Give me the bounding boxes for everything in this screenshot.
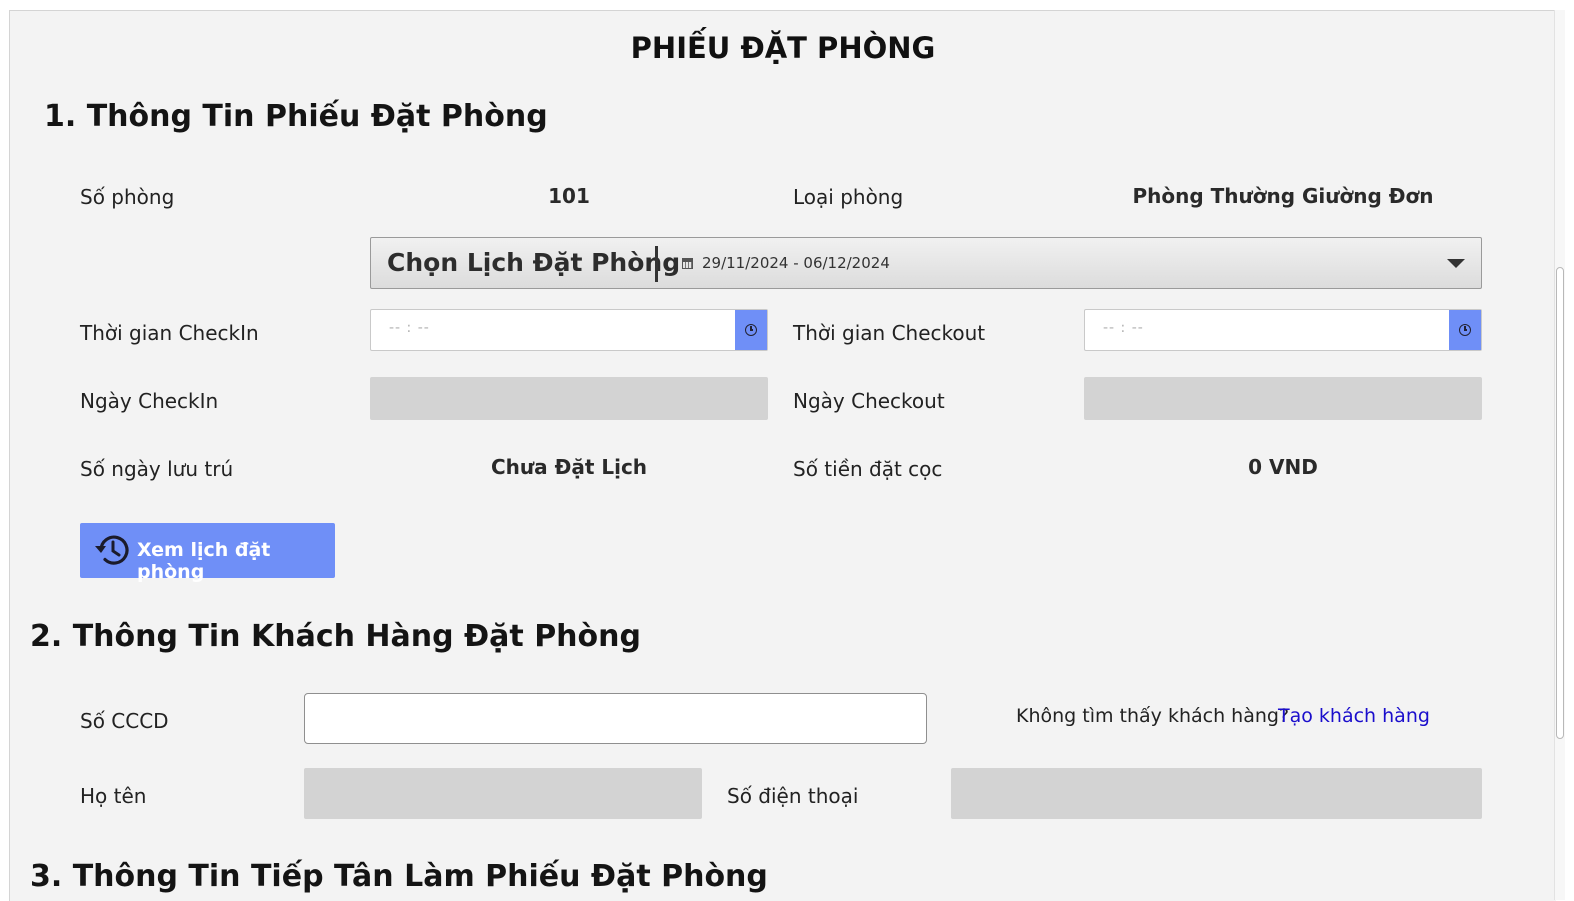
booking-date-picker[interactable]: Chọn Lịch Đặt Phòng 29/11/2024 - 06/12/2… xyxy=(370,237,1482,289)
checkin-clock-button[interactable] xyxy=(735,310,767,350)
id-number-label: Số CCCD xyxy=(80,709,169,733)
clock-icon xyxy=(745,324,757,336)
page-title: PHIẾU ĐẶT PHÒNG xyxy=(630,31,936,65)
stay-days-label: Số ngày lưu trú xyxy=(80,457,234,481)
choose-date-button-label: Chọn Lịch Đặt Phòng xyxy=(387,248,681,277)
vertical-scrollbar[interactable] xyxy=(1554,10,1565,900)
window-edge xyxy=(1565,10,1574,900)
divider xyxy=(655,246,658,282)
id-number-input[interactable] xyxy=(304,693,927,744)
deposit-label: Số tiền đặt cọc xyxy=(793,457,943,481)
calendar-icon xyxy=(682,258,693,269)
phone-field xyxy=(951,768,1482,819)
view-booking-history-label: Xem lịch đặt phòng xyxy=(137,539,271,583)
full-name-field xyxy=(304,768,702,819)
deposit-value: 0 VND xyxy=(1248,455,1318,479)
booking-form-panel: PHIẾU ĐẶT PHÒNG 1. Thông Tin Phiếu Đặt P… xyxy=(9,10,1556,901)
section-3-title: 3. Thông Tin Tiếp Tân Làm Phiếu Đặt Phòn… xyxy=(30,859,768,894)
checkin-date-label: Ngày CheckIn xyxy=(80,389,219,413)
room-type-label: Loại phòng xyxy=(793,185,904,209)
checkin-time-label: Thời gian CheckIn xyxy=(80,321,259,345)
room-number-value: 101 xyxy=(548,184,590,208)
phone-label: Số điện thoại xyxy=(727,784,859,808)
checkout-time-label: Thời gian Checkout xyxy=(793,321,986,345)
checkin-time-field[interactable]: -- : -- xyxy=(370,309,768,351)
checkout-date-label: Ngày Checkout xyxy=(793,389,945,413)
create-customer-link[interactable]: Tạo khách hàng xyxy=(1278,705,1430,727)
full-name-label: Họ tên xyxy=(80,784,147,808)
room-type-value: Phòng Thường Giường Đơn xyxy=(1132,184,1434,208)
clock-icon xyxy=(1459,324,1471,336)
checkin-time-placeholder: -- : -- xyxy=(389,320,430,336)
history-icon xyxy=(92,530,132,574)
room-number-label: Số phòng xyxy=(80,185,175,209)
checkout-date-field xyxy=(1084,377,1482,420)
checkout-clock-button[interactable] xyxy=(1449,310,1481,350)
chevron-down-icon[interactable] xyxy=(1447,259,1465,268)
stay-days-value: Chưa Đặt Lịch xyxy=(490,455,648,479)
checkout-time-placeholder: -- : -- xyxy=(1103,320,1144,336)
section-2-title: 2. Thông Tin Khách Hàng Đặt Phòng xyxy=(30,619,641,654)
section-1-title: 1. Thông Tin Phiếu Đặt Phòng xyxy=(44,99,548,134)
customer-not-found-text: Không tìm thấy khách hàng? xyxy=(1016,705,1290,727)
date-range-value: 29/11/2024 - 06/12/2024 xyxy=(702,254,890,272)
checkout-time-field[interactable]: -- : -- xyxy=(1084,309,1482,351)
view-booking-history-button[interactable]: Xem lịch đặt phòng xyxy=(80,523,335,583)
checkin-date-field xyxy=(370,377,768,420)
scrollbar-thumb[interactable] xyxy=(1556,267,1564,739)
